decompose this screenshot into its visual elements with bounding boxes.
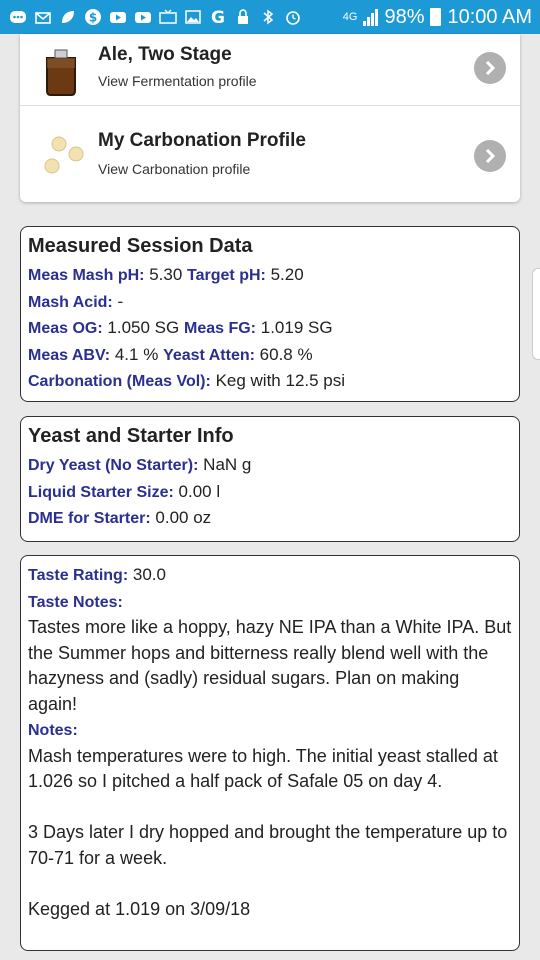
mash-ph-value: 5.30 (149, 265, 183, 284)
notes-label: Notes: (28, 722, 78, 739)
dry-yeast-value: NaN g (203, 455, 252, 474)
og-label: Meas OG: (28, 320, 103, 337)
youtube-icon-2 (133, 8, 153, 26)
lock-icon (233, 8, 253, 26)
liquid-starter-label: Liquid Starter Size: (28, 483, 174, 501)
carbonation-bubbles-icon (42, 134, 86, 183)
alarm-icon (283, 8, 303, 26)
yeast-starter-panel: Yeast and Starter Info Dry Yeast (No Sta… (20, 416, 520, 542)
taste-rating-line: Taste Rating: 30.0 (28, 562, 512, 589)
battery-percent: 98% (384, 5, 425, 28)
chevron-right-icon[interactable] (474, 140, 506, 172)
measured-session-data-panel: Measured Session Data Meas Mash pH: 5.30… (20, 226, 520, 402)
signal-icon (363, 8, 379, 26)
abv-label: Meas ABV: (28, 346, 111, 364)
mash-ph-label: Meas Mash pH: (28, 267, 145, 284)
dme-label: DME for Starter: (28, 510, 151, 527)
measured-session-heading: Measured Session Data (28, 235, 253, 257)
taste-rating-value: 30.0 (132, 565, 166, 584)
battery-icon (430, 8, 442, 26)
og-value: 1.050 SG (107, 318, 180, 337)
fermentation-profile-title: Ale, Two Stage (98, 44, 232, 65)
network-type: 4G (342, 11, 358, 23)
leaf-icon (58, 8, 78, 26)
bluetooth-icon (258, 8, 278, 26)
dry-yeast-label: Dry Yeast (No Starter): (28, 457, 199, 474)
carbonation-value: Keg with 12.5 psi (215, 371, 346, 390)
fermentation-profile-subtitle: View Fermentation profile (98, 73, 257, 89)
fg-label: Meas FG: (183, 320, 256, 337)
abv-line: Meas ABV: 4.1 % Yeast Atten: 60.8 % (28, 342, 512, 369)
more-notifications-icon (8, 8, 28, 26)
target-ph-label: Target pH: (187, 267, 266, 284)
dme-line: DME for Starter: 0.00 oz (28, 505, 512, 532)
clock: 10:00 AM (447, 5, 532, 28)
notes-panel: Taste Rating: 30.0 Taste Notes: Tastes m… (20, 555, 520, 951)
dme-value: 0.00 oz (155, 508, 212, 527)
profiles-card: Ale, Two Stage View Fermentation profile… (20, 34, 520, 202)
atten-value: 60.8 % (259, 344, 313, 364)
yeast-heading: Yeast and Starter Info (28, 425, 234, 447)
carbonation-line: Carbonation (Meas Vol): Keg with 12.5 ps… (28, 368, 512, 395)
google-icon: G (208, 8, 228, 26)
taste-notes-heading-line: Taste Notes: (28, 589, 512, 616)
carbonation-profile-title: My Carbonation Profile (98, 130, 306, 151)
abv-value: 4.1 % (114, 344, 159, 364)
mash-acid-value: - (117, 291, 124, 311)
status-bar: $ G 4G 98% 10:00 AM (0, 0, 540, 34)
ph-line: Meas Mash pH: 5.30 Target pH: 5.20 (28, 262, 512, 289)
dry-yeast-line: Dry Yeast (No Starter): NaN g (28, 452, 512, 479)
carbonation-profile-subtitle: View Carbonation profile (98, 161, 251, 177)
carbonation-label: Carbonation (Meas Vol): (28, 373, 211, 390)
mash-acid-line: Mash Acid: - (28, 289, 512, 316)
gravity-line: Meas OG: 1.050 SG Meas FG: 1.019 SG (28, 315, 512, 342)
chevron-right-icon[interactable] (474, 52, 506, 84)
tv-icon (158, 8, 178, 26)
atten-label: Yeast Atten: (163, 346, 255, 364)
liquid-starter-line: Liquid Starter Size: 0.00 l (28, 479, 512, 506)
edge-panel-handle[interactable] (532, 268, 540, 360)
notes-text: Mash temperatures were to high. The init… (28, 745, 508, 919)
svg-text:G: G (211, 8, 225, 26)
mash-acid-label: Mash Acid: (28, 293, 113, 311)
carbonation-profile-row[interactable]: My Carbonation Profile View Carbonation … (20, 106, 520, 202)
youtube-icon (108, 8, 128, 26)
svg-text:$: $ (89, 11, 97, 25)
mail-check-icon (33, 8, 53, 26)
taste-rating-label: Taste Rating: (28, 567, 129, 584)
fg-value: 1.019 SG (260, 318, 333, 337)
taste-notes-label: Taste Notes: (28, 593, 123, 611)
target-ph-value: 5.20 (270, 265, 304, 284)
fermentation-profile-row[interactable]: Ale, Two Stage View Fermentation profile (20, 34, 520, 106)
gallery-icon (183, 8, 203, 26)
fermenter-icon (44, 44, 78, 101)
taste-notes-text: Tastes more like a hoppy, hazy NE IPA th… (28, 617, 517, 714)
notes-heading-line: Notes: (28, 717, 512, 744)
dollar-icon: $ (83, 8, 103, 26)
liquid-starter-value: 0.00 l (178, 481, 221, 501)
